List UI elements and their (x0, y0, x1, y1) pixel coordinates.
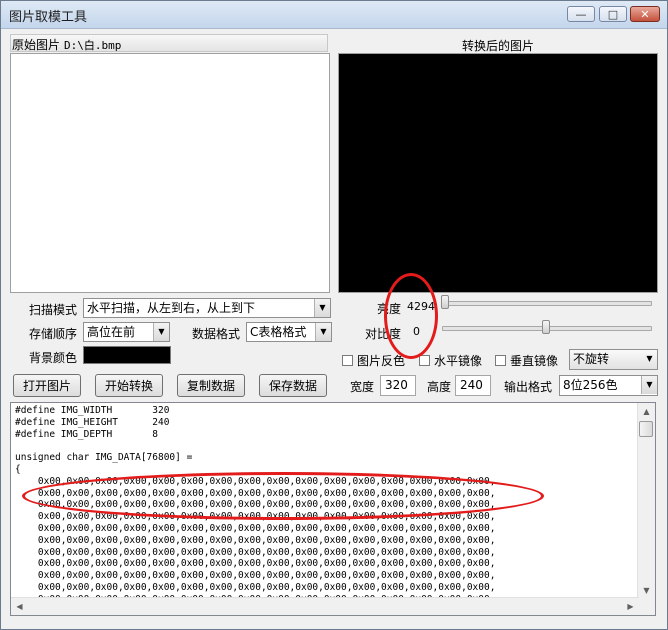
checkbox-box[interactable] (419, 355, 430, 366)
scroll-up-icon[interactable]: ▲ (638, 403, 655, 420)
converted-image-label: 转换后的图片 (462, 39, 535, 53)
width-input[interactable]: 320 (380, 375, 416, 396)
brightness-slider-handle[interactable] (441, 295, 449, 309)
scrollbar-thumb[interactable] (639, 421, 653, 437)
vertical-mirror-label: 垂直镜像 (510, 354, 559, 368)
width-label: 宽度 (350, 380, 375, 394)
contrast-label: 对比度 (365, 327, 402, 341)
background-color-label: 背景颜色 (29, 351, 78, 365)
scroll-down-icon[interactable]: ▼ (638, 582, 655, 599)
scan-mode-select[interactable]: 水平扫描，从左到右，从上到下 ▼ (83, 298, 331, 318)
copy-data-button[interactable]: 复制数据 (177, 374, 245, 397)
open-image-button[interactable]: 打开图片 (13, 374, 81, 397)
code-line: #define IMG_HEIGHT 240 (15, 416, 170, 428)
data-format-label: 数据格式 (192, 327, 241, 341)
scrollbar-corner (638, 598, 655, 615)
code-line: 0x00,0x00,0x00,0x00,0x00,0x00,0x00,0x00,… (15, 522, 496, 534)
scroll-right-icon[interactable]: ▶ (622, 598, 639, 615)
vertical-mirror-checkbox[interactable]: 垂直镜像 (495, 352, 558, 369)
background-color-swatch[interactable] (83, 346, 171, 364)
save-data-button[interactable]: 保存数据 (259, 374, 327, 397)
chevron-down-icon: ▼ (315, 323, 331, 341)
checkbox-box[interactable] (495, 355, 506, 366)
code-line: { (15, 463, 21, 475)
horizontal-mirror-label: 水平镜像 (434, 354, 483, 368)
contrast-value: 0 (413, 325, 420, 338)
rotate-value: 不旋转 (573, 352, 610, 366)
scan-mode-label: 扫描模式 (29, 303, 78, 317)
close-button[interactable]: ✕ (630, 6, 660, 22)
horizontal-scrollbar[interactable]: ◀ ▶ (11, 597, 639, 615)
height-input[interactable]: 240 (455, 375, 491, 396)
invert-label: 图片反色 (357, 354, 406, 368)
contrast-slider-handle[interactable] (542, 320, 550, 334)
brightness-label: 亮度 (377, 302, 402, 316)
code-line: #define IMG_DEPTH 8 (15, 428, 158, 440)
original-image-path: D:\白.bmp (64, 39, 122, 52)
scroll-left-icon[interactable]: ◀ (11, 598, 28, 615)
start-convert-button[interactable]: 开始转换 (95, 374, 163, 397)
horizontal-mirror-checkbox[interactable]: 水平镜像 (419, 352, 482, 369)
code-line: #define IMG_WIDTH 320 (15, 405, 170, 416)
code-text: #define IMG_WIDTH 320 #define IMG_HEIGHT … (15, 405, 495, 606)
storage-order-value: 高位在前 (87, 325, 136, 339)
height-label: 高度 (427, 380, 452, 394)
code-line: 0x00,0x00,0x00,0x00,0x00,0x00,0x00,0x00,… (15, 581, 496, 593)
code-output-textarea[interactable]: #define IMG_WIDTH 320 #define IMG_HEIGHT … (10, 402, 656, 616)
invert-checkbox[interactable]: 图片反色 (342, 352, 405, 369)
code-line: 0x00,0x00,0x00,0x00,0x00,0x00,0x00,0x00,… (15, 534, 496, 546)
maximize-button[interactable]: □ (599, 6, 627, 22)
converted-image-panel (338, 53, 658, 293)
checkbox-box[interactable] (342, 355, 353, 366)
data-format-value: C表格格式 (250, 325, 307, 339)
storage-order-label: 存储顺序 (29, 327, 78, 341)
title-bar[interactable]: 图片取模工具 — □ ✕ (1, 1, 667, 29)
code-line: 0x00,0x00,0x00,0x00,0x00,0x00,0x00,0x00,… (15, 511, 496, 523)
output-format-value: 8位256色 (563, 378, 618, 392)
minimize-button[interactable]: — (567, 6, 595, 22)
output-format-label: 输出格式 (504, 380, 553, 394)
output-format-select[interactable]: 8位256色 ▼ (559, 375, 658, 396)
code-line: 0x00,0x00,0x00,0x00,0x00,0x00,0x00,0x00,… (15, 558, 496, 570)
storage-order-select[interactable]: 高位在前 ▼ (83, 322, 170, 342)
code-line: 0x00,0x00,0x00,0x00,0x00,0x00,0x00,0x00,… (15, 570, 496, 582)
chevron-down-icon: ▼ (646, 354, 653, 363)
scan-mode-value: 水平扫描，从左到右，从上到下 (87, 301, 256, 315)
chevron-down-icon: ▼ (641, 376, 657, 394)
chevron-down-icon: ▼ (153, 323, 169, 341)
data-format-select[interactable]: C表格格式 ▼ (246, 322, 332, 342)
code-line: 0x00,0x00,0x00,0x00,0x00,0x00,0x00,0x00,… (15, 499, 496, 511)
brightness-value: 4294 (407, 300, 435, 313)
original-image-panel (10, 53, 330, 293)
code-line: 0x00,0x00,0x00,0x00,0x00,0x00,0x00,0x00,… (15, 475, 496, 487)
brightness-slider-track[interactable] (442, 301, 652, 306)
code-line: 0x00,0x00,0x00,0x00,0x00,0x00,0x00,0x00,… (15, 487, 496, 499)
code-line: 0x00,0x00,0x00,0x00,0x00,0x00,0x00,0x00,… (15, 546, 496, 558)
original-image-label: 原始图片 (12, 38, 61, 52)
window-title: 图片取模工具 (9, 10, 88, 25)
rotate-select[interactable]: 不旋转 ▼ (569, 349, 658, 370)
chevron-down-icon: ▼ (314, 299, 330, 317)
vertical-scrollbar[interactable]: ▲ ▼ (637, 403, 655, 599)
code-line: unsigned char IMG_DATA[76800] = (15, 452, 193, 464)
